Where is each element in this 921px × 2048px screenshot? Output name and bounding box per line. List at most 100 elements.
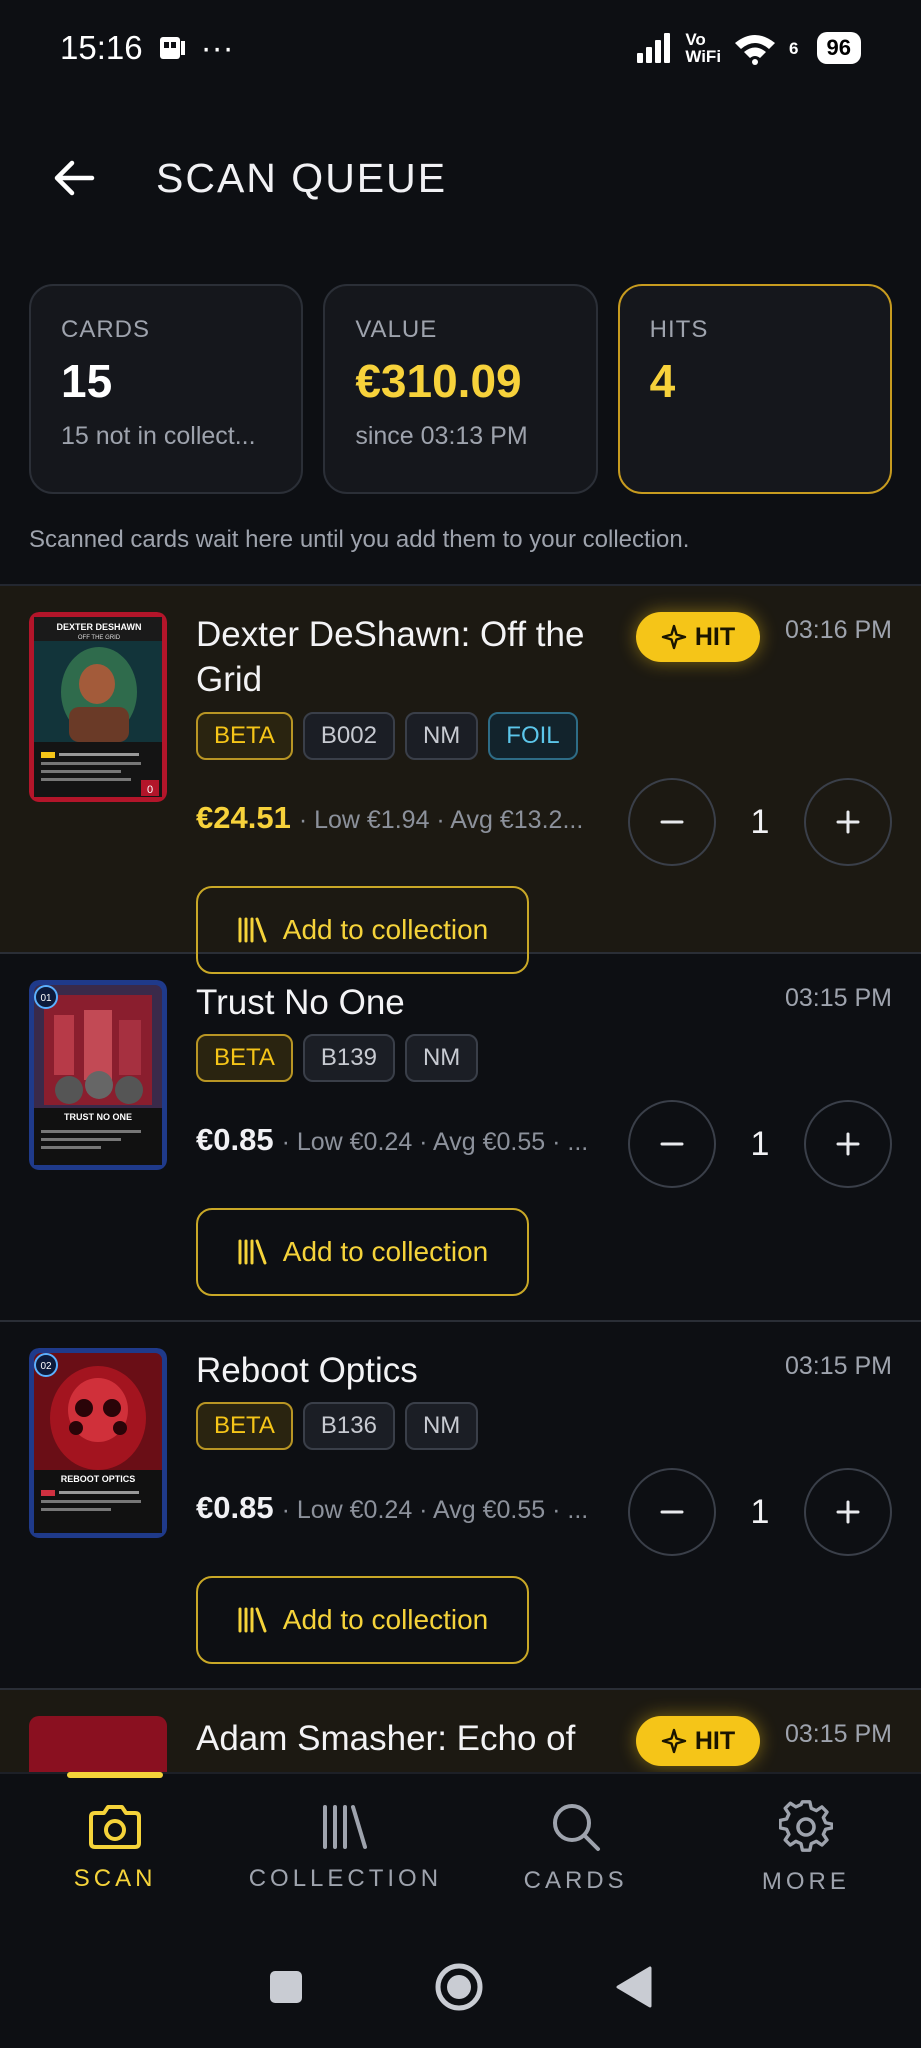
nav-more[interactable]: MORE (691, 1774, 921, 1922)
thumb-number: 01 (40, 993, 52, 1004)
queue-hint: Scanned cards wait here until you add th… (29, 526, 690, 553)
vowifi-indicator: Vo WiFi (685, 31, 721, 65)
minus-icon (660, 1142, 684, 1146)
tag-row: BETA B136 NM (196, 1402, 479, 1450)
vowifi-top: Vo (685, 30, 706, 49)
price: €0.85 (196, 1122, 274, 1157)
camera-icon (89, 1805, 142, 1849)
scan-time: 03:16 PM (784, 616, 892, 644)
app-header: SCAN QUEUE (0, 130, 921, 226)
add-label: Add to collection (282, 1604, 489, 1635)
card-name[interactable]: Dexter DeShawn: Off the Grid (196, 612, 616, 702)
plus-icon (836, 810, 860, 834)
back-system-button[interactable] (614, 1965, 654, 2014)
price-line: €24.51 · Low €1.94 · Avg €13.2... (196, 800, 606, 836)
clock: 15:16 (60, 29, 143, 66)
increment-button[interactable] (804, 1468, 892, 1556)
collection-icon (238, 1239, 267, 1265)
stat-label: CARDS (61, 316, 151, 343)
decrement-button[interactable] (628, 1468, 716, 1556)
number-tag: B139 (302, 1034, 395, 1082)
stat-value: 15 (61, 355, 113, 407)
card-name[interactable]: Adam Smasher: Echo of (196, 1716, 616, 1761)
vowifi-bottom: WiFi (685, 47, 722, 66)
set-tag: BETA (196, 1034, 293, 1082)
scan-queue-list[interactable]: DEXTER DESHAWN OFF THE GRID 0 Dexter DeS… (0, 584, 921, 1774)
increment-button[interactable] (804, 1100, 892, 1188)
decrement-button[interactable] (628, 1100, 716, 1188)
card-thumbnail[interactable]: DEXTER DESHAWN OFF THE GRID 0 (29, 612, 167, 802)
nav-label: SCAN (73, 1865, 157, 1892)
increment-button[interactable] (804, 778, 892, 866)
recents-button[interactable] (268, 1969, 304, 2010)
home-button[interactable] (434, 1962, 484, 2017)
thumb-number: 02 (40, 1361, 52, 1372)
collection-icon (238, 1607, 267, 1633)
nav-collection[interactable]: COLLECTION (230, 1774, 460, 1922)
thumb-subtitle: OFF THE GRID (78, 635, 121, 641)
stat-label: VALUE (355, 316, 438, 343)
card-thumbnail[interactable] (29, 1716, 167, 1774)
tag-row: BETA B139 NM (196, 1034, 479, 1082)
stat-value: 4 (649, 355, 676, 407)
set-tag: BETA (196, 1402, 293, 1450)
nav-scan[interactable]: SCAN (0, 1772, 230, 1922)
stat-value: €310.09 (355, 355, 522, 407)
card-name[interactable]: Reboot Optics (196, 1348, 616, 1393)
quantity-value: 1 (750, 1124, 770, 1163)
queue-item[interactable]: 02 REBOOT OPTICS Reboot Optics 03:15 PM … (0, 1322, 921, 1690)
stats-row: CARDS 15 15 not in collect... VALUE €310… (29, 284, 892, 494)
minus-icon (660, 820, 684, 824)
stat-sub: since 03:13 PM (355, 422, 528, 450)
search-icon (552, 1804, 600, 1851)
stat-card-hits[interactable]: HITS 4 (617, 284, 892, 494)
price-meta: · Low €0.24 · Avg €0.55 · ... (281, 1496, 589, 1524)
thumb-title: REBOOT OPTICS (61, 1474, 136, 1484)
queue-item[interactable]: 01 TRUST NO ONE Trust No One 03:15 PM BE… (0, 954, 921, 1322)
queue-item[interactable]: DEXTER DESHAWN OFF THE GRID 0 Dexter DeS… (0, 586, 921, 974)
decrement-button[interactable] (628, 778, 716, 866)
queue-item[interactable]: Adam Smasher: Echo of HIT 03:15 PM (0, 1690, 921, 1774)
quantity-stepper: 1 (628, 1468, 892, 1556)
back-button[interactable] (48, 152, 100, 204)
quantity-stepper: 1 (628, 778, 892, 866)
tag-row: BETA B002 NM FOIL (196, 712, 578, 760)
plus-icon (836, 1132, 860, 1156)
price: €24.51 (196, 800, 291, 835)
stat-card-cards: CARDS 15 15 not in collect... (29, 284, 304, 494)
status-bar: 15:16 ··· Vo WiFi 6 96 (0, 0, 921, 96)
add-label: Add to collection (282, 1236, 489, 1267)
price-meta: · Low €0.24 · Avg €0.55 · ... (281, 1128, 589, 1156)
thumb-cost: 0 (147, 784, 153, 796)
card-thumbnail[interactable]: 01 TRUST NO ONE (29, 980, 167, 1170)
add-to-collection-button[interactable]: Add to collection (196, 1208, 529, 1296)
system-nav-bar (0, 1930, 921, 2048)
condition-tag: NM (404, 1402, 479, 1450)
scan-time: 03:15 PM (784, 1720, 892, 1748)
collection-icon (323, 1805, 368, 1849)
stat-sub: 15 not in collect... (61, 422, 256, 450)
number-tag: B136 (302, 1402, 395, 1450)
add-label: Add to collection (282, 914, 489, 945)
wifi-icon (735, 35, 776, 65)
minus-icon (660, 1510, 684, 1514)
page-title: SCAN QUEUE (156, 154, 448, 201)
signal-icon (637, 33, 671, 63)
hit-badge: HIT (636, 612, 760, 662)
arrow-left-icon (54, 160, 95, 196)
quantity-value: 1 (750, 1492, 770, 1531)
wifi-number: 6 (789, 38, 799, 58)
hit-label: HIT (694, 622, 736, 651)
condition-tag: NM (404, 712, 479, 760)
price-meta: · Low €1.94 · Avg €13.2... (298, 806, 584, 834)
add-to-collection-button[interactable]: Add to collection (196, 1576, 529, 1664)
foil-tag: FOIL (488, 712, 578, 760)
set-tag: BETA (196, 712, 293, 760)
card-name[interactable]: Trust No One (196, 980, 616, 1025)
nav-label: COLLECTION (248, 1865, 443, 1892)
nav-cards[interactable]: CARDS (461, 1774, 691, 1922)
thumb-title: TRUST NO ONE (64, 1112, 132, 1122)
card-thumbnail[interactable]: 02 REBOOT OPTICS (29, 1348, 167, 1538)
sim-icon (159, 37, 185, 59)
hit-badge: HIT (636, 1716, 760, 1766)
